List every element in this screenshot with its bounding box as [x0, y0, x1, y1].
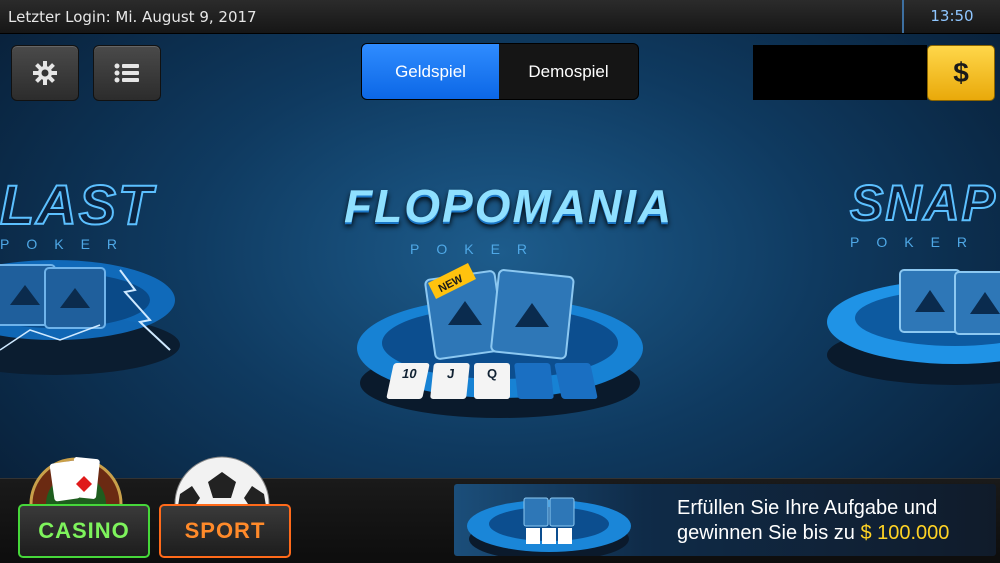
card-ten: 10: [386, 363, 430, 399]
last-login-text: Letzter Login: Mi. August 9, 2017: [8, 8, 257, 26]
card-facedown: [554, 363, 598, 399]
tab-geldspiel[interactable]: Geldspiel: [362, 44, 499, 99]
settings-button[interactable]: [11, 45, 79, 101]
snap-poker-subtitle: POKER: [850, 234, 985, 250]
cashier-button[interactable]: $: [927, 45, 995, 101]
sport-button[interactable]: SPORT: [159, 504, 291, 558]
card-jack: J: [430, 363, 470, 399]
promo-prize: $ 100.000: [860, 522, 950, 544]
card-facedown: [514, 363, 554, 399]
list-icon: [114, 63, 139, 83]
flopomania-table-art: [357, 263, 643, 418]
balance-display: [753, 45, 927, 100]
game-tile-right[interactable]: SNAP POKER: [825, 170, 1000, 390]
blast-poker-logo: LAST: [0, 172, 155, 237]
casino-roulette-icon: [29, 457, 123, 507]
tab-demospiel[interactable]: Demospiel: [499, 44, 638, 99]
promo-line-1: Erfüllen Sie Ihre Aufgabe und: [677, 497, 938, 519]
promo-banner[interactable]: Erfüllen Sie Ihre Aufgabe und gewinnen S…: [454, 484, 996, 556]
gear-icon: [33, 61, 57, 85]
snap-poker-logo: SNAP: [849, 174, 997, 232]
flopomania-subtitle: POKER: [410, 241, 545, 257]
menu-button[interactable]: [93, 45, 161, 101]
casino-button[interactable]: CASINO: [18, 504, 150, 558]
clock: 13:50: [902, 0, 1000, 33]
promo-text: Erfüllen Sie Ihre Aufgabe und gewinnen S…: [677, 496, 949, 546]
snap-poker-table-art: [827, 269, 1000, 385]
community-cards: 10 J Q: [386, 363, 610, 399]
game-tile-left[interactable]: LAST POKER: [0, 160, 190, 390]
game-mode-toggle: Geldspiel Demospiel: [361, 43, 639, 100]
game-tile-flopomania[interactable]: FLOPOMANIA POKER NEW 10 J Q: [330, 175, 674, 420]
soccer-ball-icon: [174, 456, 270, 504]
promo-line-2-text: gewinnen Sie bis zu: [677, 522, 855, 544]
promo-line-2: gewinnen Sie bis zu $ 100.000: [677, 521, 949, 546]
card-queen: Q: [474, 363, 510, 399]
banner-table-art: [467, 497, 631, 556]
top-status-bar: Letzter Login: Mi. August 9, 2017 13:50: [0, 0, 1000, 34]
blast-poker-subtitle: POKER: [0, 236, 135, 252]
flopomania-logo: FLOPOMANIA: [344, 180, 674, 232]
dollar-icon: $: [953, 57, 969, 88]
